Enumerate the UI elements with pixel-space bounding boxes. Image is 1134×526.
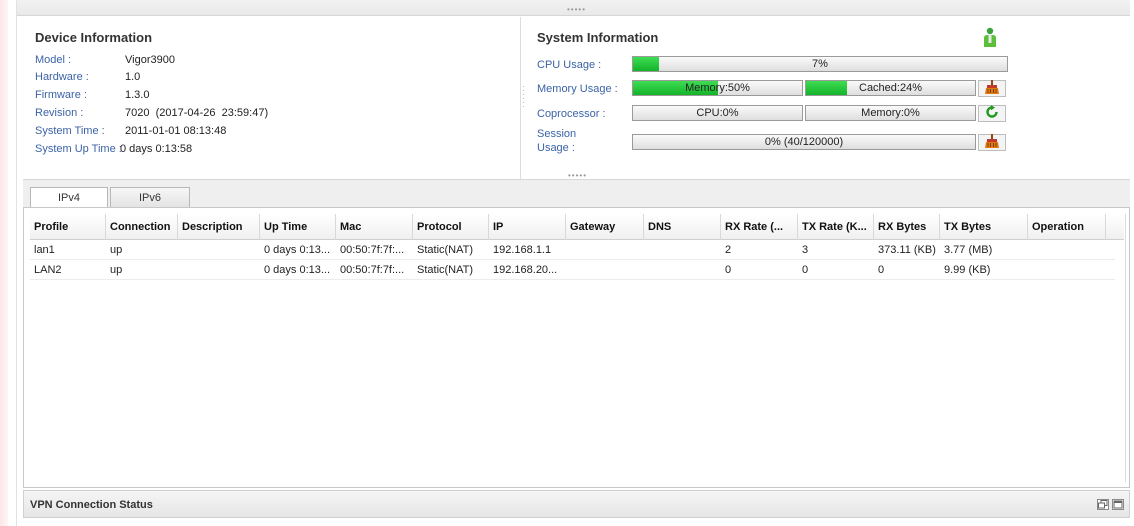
- operation-cell: [1028, 261, 1106, 280]
- column-header[interactable]: Gateway: [566, 214, 644, 240]
- dns-cell: [644, 261, 721, 280]
- revision-label: Revision :: [35, 107, 84, 119]
- system-information-title: System Information: [537, 30, 659, 45]
- profile-cell: LAN2: [34, 264, 62, 276]
- table-row[interactable]: lan1 up 0 days 0:13... 00:50:7f:7f:... S…: [30, 241, 1115, 260]
- protocol-cell: Static(NAT): [417, 244, 474, 256]
- table-scroll-column[interactable]: [1125, 214, 1129, 482]
- tx-bytes-cell: 9.99 (KB): [944, 264, 991, 276]
- system-information-panel: · · · · · · System Information CPU Usage : 7%…: [522, 17, 1130, 180]
- device-information-title: Device Information: [35, 30, 153, 45]
- top-splitter-bar[interactable]: •••••: [17, 0, 1130, 16]
- rx-rate-cell: 2: [725, 244, 732, 256]
- operation-cell: [1028, 241, 1106, 260]
- tx-rate-cell: 3: [802, 244, 809, 256]
- firmware-value: 1.3.0: [125, 89, 150, 101]
- tx-rate-cell: 0: [802, 264, 809, 276]
- mac-cell: 00:50:7f:7f:...: [340, 264, 405, 276]
- refresh-icon: [985, 105, 999, 122]
- hardware-label: Hardware :: [35, 71, 89, 83]
- cached-usage-text: Cached:24%: [859, 82, 922, 94]
- column-header[interactable]: RX Rate (...: [721, 214, 798, 240]
- gateway-cell: [566, 241, 644, 260]
- vertical-splitter-grip[interactable]: · · · · · ·: [522, 83, 525, 111]
- rx-bytes-cell: 0: [878, 264, 885, 276]
- column-header[interactable]: Mac: [336, 214, 413, 240]
- column-header[interactable]: Up Time: [260, 214, 336, 240]
- connection-cell: up: [110, 264, 123, 276]
- coprocessor-cpu-bar: CPU:0%: [632, 105, 803, 121]
- left-divider: [16, 0, 17, 526]
- cpu-usage-label: CPU Usage :: [537, 59, 602, 71]
- vpn-connection-status-panel[interactable]: VPN Connection Status: [23, 490, 1130, 518]
- maximize-window-icon[interactable]: [1112, 499, 1124, 510]
- coprocessor-cpu-text: CPU:0%: [696, 107, 739, 119]
- system-time-value: 2011-01-01 08:13:48: [125, 125, 227, 137]
- column-header[interactable]: DNS: [644, 214, 721, 240]
- memory-usage-text: Memory:50%: [685, 82, 750, 94]
- gateway-cell: [566, 261, 644, 280]
- vpn-connection-status-title: VPN Connection Status: [30, 499, 153, 511]
- system-time-label: System Time :: [35, 125, 105, 137]
- top-grip-handle[interactable]: •••••: [567, 6, 586, 14]
- dns-cell: [644, 241, 721, 260]
- cpu-usage-text: 7%: [812, 58, 828, 70]
- firmware-label: Firmware :: [35, 89, 87, 101]
- user-icon[interactable]: [980, 26, 1000, 48]
- model-value: Vigor3900: [125, 54, 175, 66]
- column-header[interactable]: TX Bytes: [940, 214, 1028, 240]
- column-header[interactable]: Protocol: [413, 214, 489, 240]
- column-header[interactable]: IP: [489, 214, 566, 240]
- system-uptime-label: System Up Time :: [35, 143, 122, 155]
- restore-window-icon[interactable]: [1097, 499, 1109, 510]
- memory-usage-label: Memory Usage :: [537, 83, 618, 95]
- system-uptime-value: 0 days 0:13:58: [120, 143, 193, 155]
- broom-icon: [984, 134, 1000, 151]
- column-header[interactable]: Description: [178, 214, 260, 240]
- rx-bytes-cell: 373.11 (KB): [878, 244, 936, 256]
- device-information-panel: Device Information Model : Vigor3900 Har…: [23, 17, 521, 179]
- coprocessor-memory-text: Memory:0%: [861, 107, 920, 119]
- coprocessor-label: Coprocessor :: [537, 108, 606, 120]
- hardware-value: 1.0: [125, 71, 141, 83]
- tab-strip: IPv4 IPv6: [23, 179, 1130, 210]
- memory-usage-bar: Memory:50%: [632, 80, 803, 96]
- column-header[interactable]: Connection: [106, 214, 178, 240]
- ip-cell: 192.168.1.1: [493, 244, 552, 256]
- session-usage-label-line1: Session: [537, 128, 577, 140]
- table-row[interactable]: LAN2 up 0 days 0:13... 00:50:7f:7f:... S…: [30, 261, 1115, 280]
- model-label: Model :: [35, 54, 72, 66]
- clear-session-button[interactable]: [978, 134, 1006, 151]
- session-usage-text: 0% (40/120000): [764, 136, 844, 148]
- ip-cell: 192.168.20...: [493, 264, 558, 276]
- uptime-cell: 0 days 0:13...: [264, 244, 331, 256]
- session-usage-label-line2: Usage :: [537, 142, 575, 154]
- mac-cell: 00:50:7f:7f:...: [340, 244, 405, 256]
- column-header[interactable]: Profile: [30, 214, 106, 240]
- profile-cell: lan1: [34, 244, 55, 256]
- refresh-coprocessor-button[interactable]: [978, 105, 1006, 122]
- connection-table: Profile Connection Description Up Time M…: [23, 207, 1130, 488]
- clear-memory-button[interactable]: [978, 80, 1006, 97]
- table-header: Profile Connection Description Up Time M…: [30, 214, 1124, 240]
- description-cell: [178, 261, 260, 280]
- session-usage-bar: 0% (40/120000): [632, 134, 976, 150]
- column-header[interactable]: RX Bytes: [874, 214, 940, 240]
- dashboard: ••••• Device Information Model : Vigor39…: [0, 0, 1134, 526]
- coprocessor-memory-bar: Memory:0%: [805, 105, 976, 121]
- revision-value: 7020 (2017-04-26 23:59:47): [125, 107, 269, 119]
- description-cell: [178, 241, 260, 260]
- tab-ipv6[interactable]: IPv6: [110, 187, 190, 209]
- connection-cell: up: [110, 244, 123, 256]
- cpu-usage-bar: 7%: [632, 56, 1008, 72]
- cached-usage-bar: Cached:24%: [805, 80, 976, 96]
- column-header[interactable]: TX Rate (K...: [798, 214, 874, 240]
- tx-bytes-cell: 3.77 (MB): [944, 244, 993, 256]
- rx-rate-cell: 0: [725, 264, 732, 276]
- protocol-cell: Static(NAT): [417, 264, 474, 276]
- broom-icon: [984, 80, 1000, 97]
- column-header[interactable]: Operation: [1028, 214, 1106, 240]
- left-edge-strip: [0, 0, 8, 526]
- uptime-cell: 0 days 0:13...: [264, 264, 331, 276]
